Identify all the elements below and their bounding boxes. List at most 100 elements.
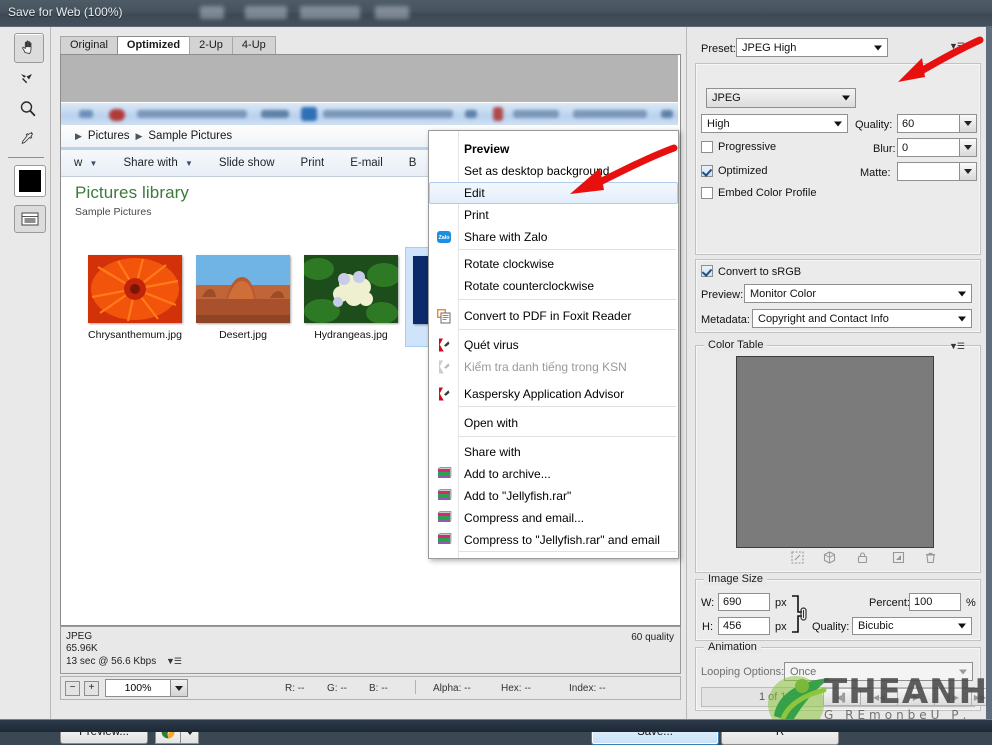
readout-index: Index: -- (569, 682, 606, 694)
menu-item-preview[interactable]: Preview (430, 138, 677, 160)
cmd-email[interactable]: E-mail (337, 157, 396, 169)
kaspersky-icon (436, 359, 452, 375)
preview-color-value: Monitor Color (750, 287, 817, 300)
menu-item-add-to-archive[interactable]: Add to archive... (430, 463, 677, 485)
context-menu[interactable]: Preview Set as desktop background Edit P… (428, 130, 679, 559)
tab-2up[interactable]: 2-Up (189, 36, 233, 54)
zoom-level-dropdown[interactable] (171, 679, 188, 697)
cmd-organize-partial[interactable]: w ▼ (61, 157, 110, 169)
cmd-print[interactable]: Print (288, 157, 338, 169)
metadata-dropdown[interactable]: Copyright and Contact Info (752, 309, 972, 328)
cmd-slide-show[interactable]: Slide show (206, 157, 288, 169)
menu-item-compress-to-rar-and-email[interactable]: Compress to "Jellyfish.rar" and email (430, 529, 677, 551)
delete-color-icon[interactable] (924, 551, 937, 567)
menu-item-quet-virus[interactable]: Quét virus (430, 334, 677, 356)
menu-item-rotate-counterclockwise[interactable]: Rotate counterclockwise (430, 275, 677, 297)
toggle-slice-visibility[interactable] (14, 205, 46, 233)
menu-item-add-to-rar[interactable]: Add to "Jellyfish.rar" (430, 485, 677, 507)
menu-item-compress-and-email[interactable]: Compress and email... (430, 507, 677, 529)
tool-separator (8, 157, 44, 158)
shift-color-icon[interactable] (823, 551, 836, 567)
metadata-value: Copyright and Contact Info (758, 312, 889, 325)
snap-to-web-icon[interactable] (791, 551, 804, 567)
hand-tool[interactable] (14, 33, 44, 63)
animation-legend: Animation (704, 641, 761, 653)
percent-input[interactable]: 100 (909, 593, 961, 611)
cmd-burn[interactable]: B (396, 157, 430, 169)
next-frame-button[interactable]: ▌▶ (934, 688, 972, 706)
list-item[interactable]: Hydrangeas.jpg (297, 247, 405, 347)
preset-panel-menu-icon[interactable]: ▼☰ (949, 41, 965, 52)
zoom-in-button[interactable]: + (84, 680, 99, 696)
menu-item-convert-to-pdf[interactable]: Convert to PDF in Foxit Reader (430, 305, 677, 327)
embed-color-profile-checkbox[interactable] (701, 187, 713, 199)
looping-options-dropdown[interactable]: Once (784, 662, 973, 681)
panel-scrollbar[interactable] (986, 27, 992, 721)
file-name: Desert.jpg (219, 329, 267, 341)
new-color-icon[interactable] (892, 551, 905, 567)
chevron-down-icon (842, 95, 850, 101)
zoom-tool[interactable] (14, 95, 42, 123)
zoom-out-button[interactable]: − (65, 680, 80, 696)
readout-alpha: Alpha: -- (433, 682, 471, 694)
preset-dropdown[interactable]: JPEG High (736, 38, 888, 57)
matte-dropdown[interactable] (959, 162, 977, 181)
matte-swatch[interactable] (897, 162, 960, 181)
menu-blur-help[interactable] (375, 6, 409, 19)
tab-optimized[interactable]: Optimized (116, 36, 191, 54)
blur-stepper[interactable] (959, 138, 977, 157)
kaspersky-icon (436, 386, 452, 402)
last-frame-icon: ▶▶ (973, 692, 987, 702)
menu-item-rotate-clockwise[interactable]: Rotate clockwise (430, 253, 677, 275)
quality-label: Quality: (855, 119, 893, 131)
menu-item-share-with-zalo[interactable]: Share with Zalo (430, 226, 677, 248)
menu-item-share-with[interactable]: Share with (430, 441, 677, 463)
zoom-level-field[interactable]: 100% (105, 679, 171, 697)
quality-stepper[interactable] (959, 114, 977, 133)
menu-item-open-with[interactable]: Open with (430, 412, 677, 434)
previous-frame-button[interactable]: ◀◀ (860, 688, 898, 706)
menu-item-edit[interactable]: Edit (429, 182, 678, 204)
color-table-panel-menu-icon[interactable]: ▼☰ (949, 341, 965, 352)
breadcrumb-sample-pictures[interactable]: Sample Pictures (148, 130, 232, 142)
menu-blur-window[interactable] (300, 6, 360, 19)
panel-menu-icon[interactable]: ▼☰ (166, 655, 182, 667)
metadata-label: Metadata: (701, 314, 750, 326)
list-item[interactable]: Chrysanthemum.jpg (81, 247, 189, 347)
blur-input[interactable]: 0 (897, 138, 960, 157)
chain-link-icon[interactable] (791, 593, 809, 635)
thumbnail-chrysanthemum (88, 255, 182, 323)
menu-item-kaspersky-application-advisor[interactable]: Kaspersky Application Advisor (430, 383, 677, 405)
slice-select-tool[interactable] (14, 65, 42, 93)
format-label: JPEG (66, 631, 93, 642)
menu-item-print[interactable]: Print (430, 204, 677, 226)
first-frame-button[interactable]: ◀▌ (823, 688, 861, 706)
progressive-checkbox[interactable] (701, 141, 713, 153)
resample-quality-dropdown[interactable]: Bicubic (852, 617, 972, 635)
file-name: Chrysanthemum.jpg (88, 329, 182, 341)
zalo-icon: Zalo (436, 229, 452, 245)
foreground-color-swatch[interactable] (14, 165, 46, 197)
file-format-dropdown[interactable]: JPEG (706, 88, 856, 108)
preview-color-dropdown[interactable]: Monitor Color (744, 284, 972, 303)
menu-blur-view[interactable] (245, 6, 287, 19)
list-item[interactable]: Desert.jpg (189, 247, 297, 347)
breadcrumb-pictures[interactable]: Pictures (88, 130, 130, 142)
file-name: Hydrangeas.jpg (314, 329, 388, 341)
tab-original[interactable]: Original (60, 36, 118, 54)
width-input[interactable]: 690 (718, 593, 770, 611)
optimized-checkbox[interactable] (701, 165, 713, 177)
tab-4up[interactable]: 4-Up (231, 36, 276, 54)
compression-quality-dropdown[interactable]: High (701, 114, 848, 133)
cmd-share-with[interactable]: Share with ▼ (110, 157, 205, 169)
color-table-swatch-area[interactable] (736, 356, 934, 548)
menu-item-set-as-desktop-background[interactable]: Set as desktop background (430, 160, 677, 182)
chevron-down-icon: ▼ (89, 159, 98, 168)
play-button[interactable]: ▶ (897, 688, 935, 706)
lock-icon[interactable] (856, 551, 869, 567)
quality-input[interactable]: 60 (897, 114, 960, 133)
height-input[interactable]: 456 (718, 617, 770, 635)
eyedropper-tool[interactable] (14, 125, 42, 153)
quality-readout: 60 quality (631, 632, 674, 643)
convert-to-srgb-checkbox[interactable] (701, 265, 713, 277)
